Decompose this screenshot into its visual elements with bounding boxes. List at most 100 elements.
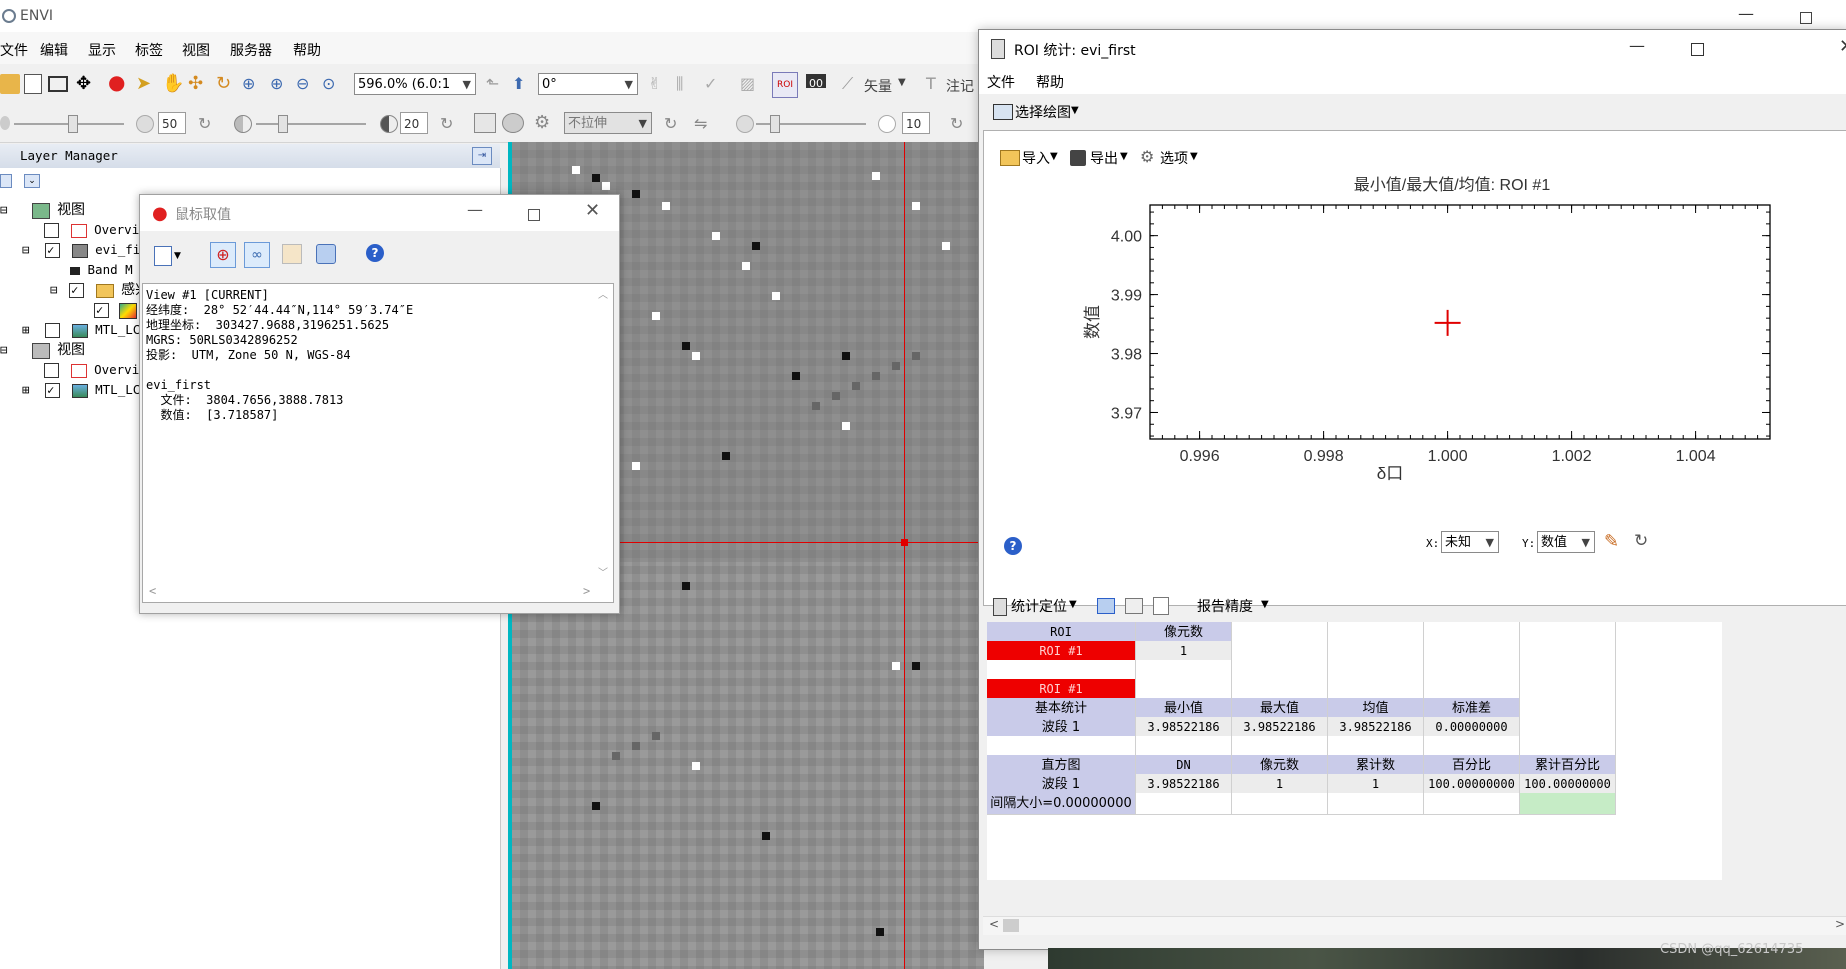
stretch-combo[interactable]: 不拉伸 ▼ — [564, 112, 652, 134]
layer-checkbox[interactable] — [45, 240, 61, 260]
open-folder-icon[interactable] — [0, 74, 20, 94]
select-arrow-icon[interactable]: ➤ — [136, 74, 156, 94]
menu-label[interactable]: 标签 — [135, 40, 163, 60]
table-cell[interactable] — [1232, 793, 1328, 815]
scroll-right-icon[interactable]: > — [583, 584, 590, 599]
monitor-icon[interactable] — [48, 76, 68, 92]
tree-row-band[interactable]: Band M — [70, 260, 133, 280]
chevron-down-icon[interactable]: ▼ — [174, 251, 181, 261]
minimize-button[interactable]: — — [1629, 36, 1645, 55]
layer-checkbox[interactable] — [45, 323, 61, 338]
swipe-icon[interactable]: ⫼ — [676, 74, 696, 94]
brightness-knob[interactable] — [68, 115, 78, 133]
cursor-value-icon[interactable]: 00 — [806, 74, 826, 90]
move-icon[interactable]: ✣ — [188, 74, 208, 94]
tree-row-overview2[interactable]: Overvie — [44, 360, 147, 380]
crosshair-tool-icon[interactable]: ✓ — [704, 74, 724, 94]
zoom-combo[interactable]: 596.0% (6.0:1 ▼ — [354, 73, 476, 95]
reset-icon[interactable]: ↻ — [950, 114, 963, 133]
reset-icon[interactable]: ↻ — [440, 114, 453, 133]
table-cell[interactable] — [1424, 793, 1520, 815]
help-icon[interactable]: ? — [1004, 537, 1022, 555]
zoom-fixed-icon[interactable]: ⊕ — [242, 74, 262, 94]
tree-row-evi-first[interactable]: ⊟ evi_fir — [22, 240, 148, 260]
maximize-button[interactable] — [528, 209, 540, 221]
location-pin-icon[interactable]: ● — [108, 72, 128, 92]
tree-row-view2[interactable]: ⊟ 视图 — [0, 340, 85, 360]
menu-file[interactable]: 文件 — [0, 40, 28, 60]
stretch-full-icon[interactable] — [474, 113, 496, 133]
annotate-icon[interactable]: T — [926, 74, 946, 94]
scroll-thumb[interactable] — [1003, 919, 1019, 932]
collapse-all-icon[interactable] — [0, 174, 12, 188]
view-single-icon[interactable] — [1097, 598, 1115, 614]
table-cell[interactable] — [1136, 793, 1232, 815]
transparency-knob[interactable] — [770, 115, 780, 133]
menu-edit[interactable]: 编辑 — [40, 40, 68, 60]
expand-minus-icon[interactable]: ⊟ — [22, 242, 30, 257]
sharpen-icon[interactable]: ⇋ — [694, 114, 707, 133]
annotate-label[interactable]: 注记 — [946, 76, 974, 96]
expand-minus-icon[interactable]: ⊟ — [50, 282, 58, 297]
layer-checkbox[interactable] — [44, 223, 59, 238]
menu-help[interactable]: 帮助 — [293, 40, 321, 60]
menu-view[interactable]: 视图 — [182, 40, 210, 60]
crosshair-toggle-icon[interactable]: ⊕ — [210, 242, 236, 268]
close-button[interactable]: ✕ — [1839, 36, 1846, 57]
menu-server[interactable]: 服务器 — [230, 40, 272, 60]
layer-checkbox[interactable] — [69, 280, 85, 300]
tree-row-view1[interactable]: ⊟ 视图 — [0, 200, 85, 220]
selected-cell[interactable] — [1520, 793, 1616, 815]
scroll-right-icon[interactable]: > — [1835, 917, 1845, 931]
tree-row-overview1[interactable]: Overvie — [44, 220, 147, 240]
roi-tool-icon[interactable]: ROI — [772, 72, 798, 98]
expand-all-icon[interactable]: ⌄ — [24, 174, 40, 188]
dock-icon[interactable]: ⇥ — [472, 147, 492, 165]
north-up-icon[interactable]: ⬆ — [512, 74, 532, 94]
roi-menu-help[interactable]: 帮助 — [1036, 72, 1064, 92]
menu-display[interactable]: 显示 — [88, 40, 116, 60]
refresh-icon[interactable]: ↻ — [1634, 531, 1648, 551]
scroll-left-icon[interactable]: < — [149, 584, 156, 599]
contrast-slider[interactable] — [256, 123, 366, 125]
vector-icon[interactable]: ⟋ — [842, 74, 862, 94]
rotation-combo[interactable]: 0° ▼ — [538, 73, 638, 95]
scroll-down-icon[interactable]: ﹀ — [598, 566, 608, 581]
horizontal-scrollbar[interactable]: < > — [983, 916, 1846, 935]
envi-minimize-button[interactable]: — — [1738, 4, 1754, 23]
grid-icon[interactable] — [282, 244, 302, 264]
layer-checkbox[interactable] — [44, 363, 59, 378]
expand-plus-icon[interactable]: ⊞ — [22, 382, 30, 397]
roi-menu-file[interactable]: 文件 — [987, 72, 1015, 92]
contrast-knob[interactable] — [278, 115, 288, 133]
tree-row-mtl1[interactable]: ⊞ MTL_LCO — [22, 320, 148, 340]
brightness-value[interactable]: 50 — [158, 112, 186, 134]
scroll-left-icon[interactable]: < — [989, 917, 999, 931]
link-icon[interactable]: ∞ — [244, 242, 270, 268]
scroll-up-icon[interactable]: ︿ — [598, 288, 608, 303]
table-cell[interactable] — [1328, 793, 1424, 815]
color-picker-icon[interactable]: ✎ — [1604, 531, 1619, 552]
layer-checkbox[interactable] — [45, 380, 61, 400]
stretch-view-icon[interactable] — [502, 113, 524, 133]
fly-icon[interactable]: ✌ — [648, 74, 668, 94]
portal-icon[interactable]: ▨ — [740, 74, 760, 94]
layers-icon[interactable] — [316, 244, 336, 264]
layer-checkbox[interactable] — [94, 300, 109, 320]
rotate-icon[interactable]: ↻ — [216, 74, 236, 94]
y-axis-select[interactable]: 数值 ▼ — [1537, 531, 1595, 553]
expand-minus-icon[interactable]: ⊟ — [0, 340, 10, 360]
clipboard-icon[interactable] — [24, 74, 42, 94]
view-table-icon[interactable] — [1125, 598, 1143, 614]
zoom-out-icon[interactable]: ⊖ — [296, 74, 316, 94]
pan-arrows-icon[interactable]: ✥ — [76, 74, 96, 94]
tree-row-roi-folder[interactable]: ⊟ 感兴 — [50, 280, 149, 300]
rotate-left-icon[interactable]: ⬑ — [486, 74, 506, 94]
reset-icon[interactable]: ↻ — [198, 114, 211, 133]
copy-icon[interactable] — [1153, 597, 1169, 615]
maximize-button[interactable] — [1691, 43, 1704, 56]
tree-row-mtl2[interactable]: ⊞ MTL_LCO — [22, 380, 148, 400]
help-icon[interactable]: ? — [366, 244, 384, 262]
zoom-extent-icon[interactable]: ⊙ — [322, 74, 342, 94]
refresh-icon[interactable]: ↻ — [664, 114, 677, 133]
